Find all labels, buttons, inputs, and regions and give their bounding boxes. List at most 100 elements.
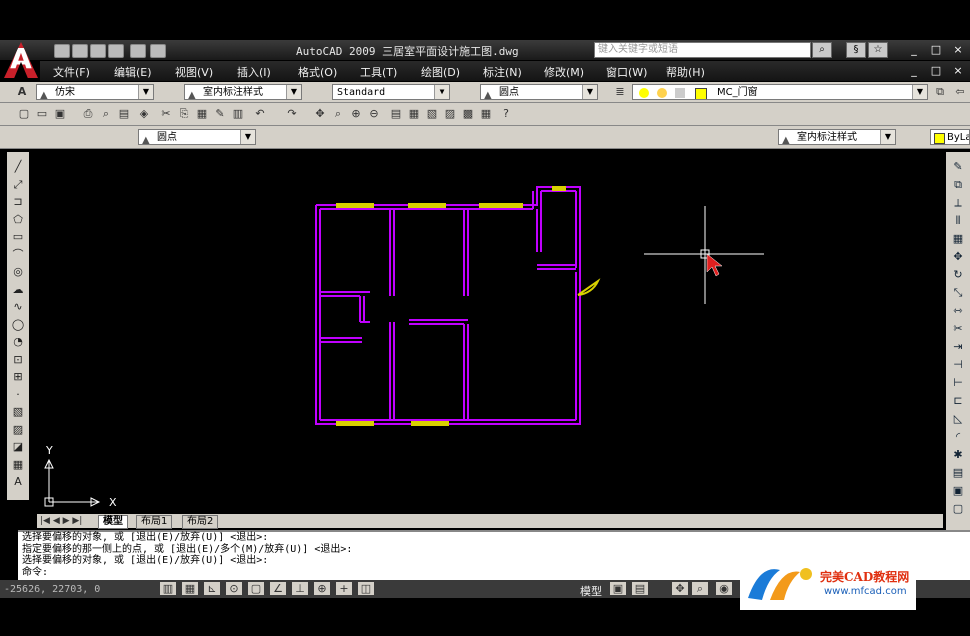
array-icon[interactable]: ▦: [950, 232, 966, 246]
rectangle-icon[interactable]: ▭: [10, 230, 26, 244]
copy-object-icon[interactable]: ⧉: [950, 178, 966, 192]
scale-icon[interactable]: ⤡: [950, 286, 966, 300]
group-icon[interactable]: ▣: [950, 484, 966, 498]
communication-center-icon[interactable]: §: [846, 42, 866, 58]
chevron-down-icon[interactable]: ▼: [286, 85, 301, 99]
text-style-combo-2[interactable]: ▲ 圆点 ▼: [138, 129, 256, 145]
zoom-realtime-icon[interactable]: ⌕: [330, 106, 346, 121]
text-style-icon[interactable]: A: [14, 84, 30, 99]
redo-icon[interactable]: [150, 44, 166, 58]
menu-window[interactable]: 窗口(W): [606, 64, 647, 80]
dim-style-combo-2[interactable]: ▲ 室内标注样式 ▼: [778, 129, 896, 145]
osnap-icon[interactable]: ▢: [248, 582, 264, 595]
layer-combo[interactable]: MC_门窗 ▼: [632, 84, 928, 100]
tool-palettes-icon[interactable]: ▧: [424, 106, 440, 121]
open-file-icon[interactable]: [72, 44, 88, 58]
menu-view[interactable]: 视图(V): [175, 64, 213, 80]
quick-view-icon[interactable]: ▤: [632, 582, 648, 595]
region-icon[interactable]: ◪: [10, 440, 26, 454]
save-icon[interactable]: [90, 44, 106, 58]
menu-help[interactable]: 帮助(H): [666, 64, 705, 80]
qnew-icon[interactable]: ▢: [16, 106, 32, 121]
menu-insert[interactable]: 插入(I): [237, 64, 271, 80]
table-icon[interactable]: ▦: [10, 458, 26, 472]
grid-icon[interactable]: ▦: [182, 582, 198, 595]
line-icon[interactable]: ╱: [10, 160, 26, 174]
doc-minimize-button[interactable]: _: [906, 64, 922, 77]
new-file-icon[interactable]: [54, 44, 70, 58]
make-block-icon[interactable]: ⊞: [10, 370, 26, 384]
revision-cloud-icon[interactable]: ☁: [10, 283, 26, 297]
zoom-status-icon[interactable]: ⌕: [692, 582, 708, 595]
chamfer-icon[interactable]: ◺: [950, 412, 966, 426]
polygon-icon[interactable]: ⬠: [10, 213, 26, 227]
chevron-down-icon[interactable]: ▼: [138, 85, 153, 99]
binoculars-icon[interactable]: ⌕: [812, 42, 832, 58]
offset-icon[interactable]: ⫴: [950, 214, 966, 228]
menu-modify[interactable]: 修改(M): [544, 64, 584, 80]
polyline-icon[interactable]: ⊐: [10, 195, 26, 209]
erase-icon[interactable]: ✎: [950, 160, 966, 174]
circle-icon[interactable]: ◎: [10, 265, 26, 279]
extend-icon[interactable]: ⇥: [950, 340, 966, 354]
ungroup-icon[interactable]: ▢: [950, 502, 966, 516]
mirror-icon[interactable]: ⟂: [950, 196, 966, 210]
menu-dimension[interactable]: 标注(N): [483, 64, 522, 80]
fillet-icon[interactable]: ◜: [950, 430, 966, 444]
move-icon[interactable]: ✥: [950, 250, 966, 264]
lock-icon[interactable]: [675, 88, 685, 98]
table-style-combo[interactable]: Standard ▼: [332, 84, 450, 100]
ellipse-arc-icon[interactable]: ◔: [10, 335, 26, 349]
chevron-down-icon[interactable]: ▼: [912, 85, 927, 99]
dyn-icon[interactable]: ⊕: [314, 582, 330, 595]
open-icon[interactable]: ▭: [34, 106, 50, 121]
sheet-set-icon[interactable]: ▨: [442, 106, 458, 121]
trim-icon[interactable]: ✂: [950, 322, 966, 336]
draw-order-icon[interactable]: ▤: [950, 466, 966, 480]
close-button[interactable]: ×: [950, 43, 966, 56]
zoom-window-icon[interactable]: ⊕: [348, 106, 364, 121]
steering-icon[interactable]: ◉: [716, 582, 732, 595]
chevron-down-icon[interactable]: ▼: [582, 85, 597, 99]
model-layout-icon[interactable]: ▣: [610, 582, 626, 595]
menu-draw[interactable]: 绘图(D): [421, 64, 460, 80]
menu-edit[interactable]: 编辑(E): [114, 64, 152, 80]
copy-icon[interactable]: ⎘: [176, 106, 192, 121]
match-prop-icon[interactable]: ✎: [212, 106, 228, 121]
favorites-star-icon[interactable]: ☆: [868, 42, 888, 58]
block-editor-icon[interactable]: ▥: [230, 106, 246, 121]
doc-restore-button[interactable]: □: [928, 64, 944, 77]
qp-icon[interactable]: ◫: [358, 582, 374, 595]
markup-icon[interactable]: ▩: [460, 106, 476, 121]
construction-line-icon[interactable]: ⤢: [10, 178, 26, 192]
redo-icon[interactable]: ↷: [284, 106, 300, 121]
ortho-icon[interactable]: ⊾: [204, 582, 220, 595]
break-icon[interactable]: ⊢: [950, 376, 966, 390]
menu-file[interactable]: 文件(F): [53, 64, 90, 80]
text-style-combo[interactable]: ▲ 仿宋 ▼: [36, 84, 154, 100]
lightbulb-icon[interactable]: [639, 88, 649, 98]
ellipse-icon[interactable]: ◯: [10, 318, 26, 332]
help-search-input[interactable]: 键入关键字或短语: [594, 42, 811, 58]
ducs-icon[interactable]: ⊥: [292, 582, 308, 595]
pan-status-icon[interactable]: ✥: [672, 582, 688, 595]
break-at-point-icon[interactable]: ⊣: [950, 358, 966, 372]
menu-tools[interactable]: 工具(T): [360, 64, 397, 80]
properties-icon[interactable]: ▤: [388, 106, 404, 121]
minimize-button[interactable]: _: [906, 43, 922, 56]
pan-icon[interactable]: ✥: [312, 106, 328, 121]
drawing-canvas[interactable]: Y X: [37, 150, 943, 514]
design-center-icon[interactable]: ▦: [406, 106, 422, 121]
tab-model[interactable]: 模型: [98, 515, 128, 529]
explode-icon[interactable]: ✱: [950, 448, 966, 462]
undo-icon[interactable]: [130, 44, 146, 58]
hatch-icon[interactable]: ▧: [10, 405, 26, 419]
menu-format[interactable]: 格式(O): [298, 64, 337, 80]
plot-icon[interactable]: ⎙: [80, 106, 96, 121]
insert-block-icon[interactable]: ⊡: [10, 353, 26, 367]
tab-scroll-arrows-icon[interactable]: |◀ ◀ ▶ ▶|: [40, 516, 82, 526]
maximize-button[interactable]: □: [928, 43, 944, 56]
arc-icon[interactable]: ⌒: [10, 248, 26, 262]
snap-icon[interactable]: ▥: [160, 582, 176, 595]
multiline-text-icon[interactable]: A: [10, 475, 26, 489]
